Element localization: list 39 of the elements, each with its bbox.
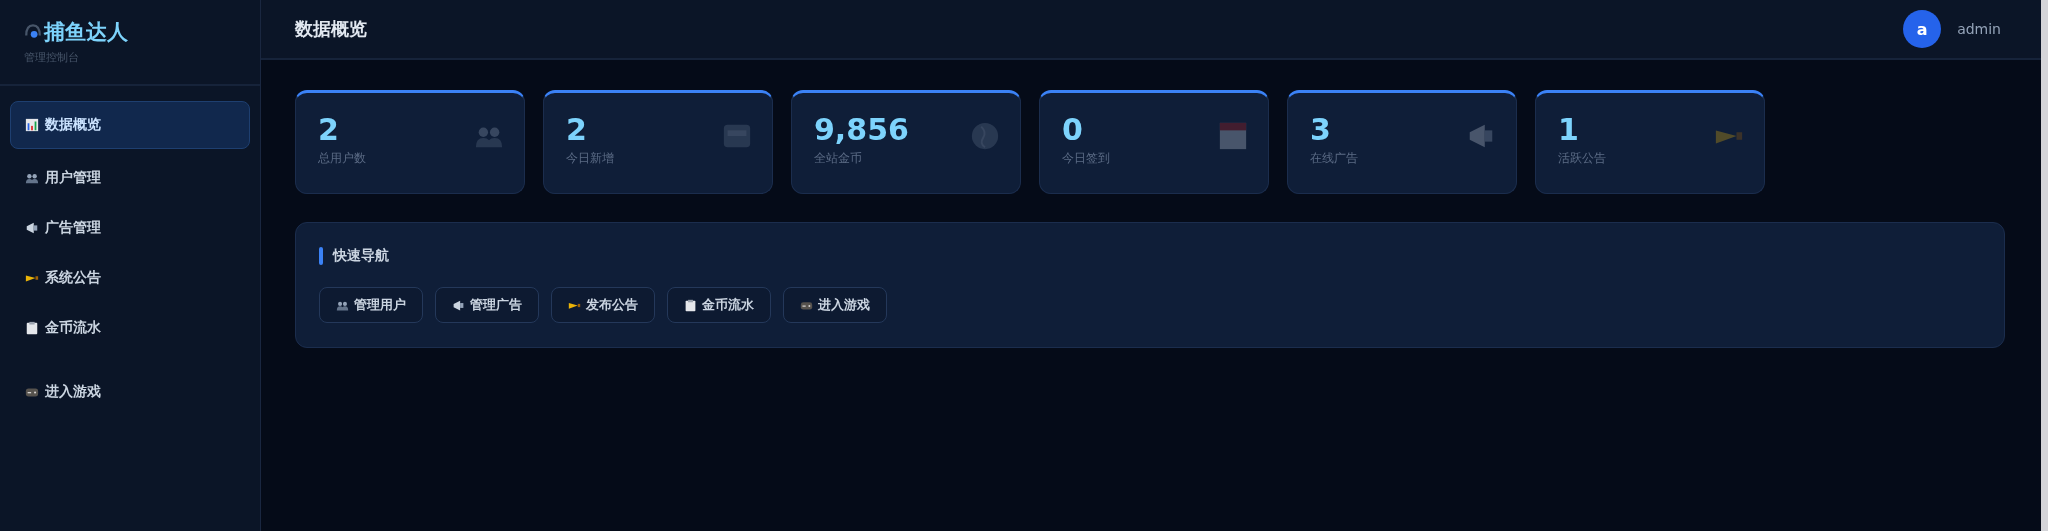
- quick-nav-button[interactable]: 金币流水: [667, 287, 771, 323]
- quick-nav-button[interactable]: 发布公告: [551, 287, 655, 323]
- stat-value: 9,856: [814, 113, 909, 146]
- accent-bar: [319, 247, 323, 265]
- stat-label: 活跃公告: [1558, 150, 1606, 167]
- sidebar-item[interactable]: 数据概览: [10, 101, 250, 149]
- stat-value: 1: [1558, 113, 1580, 146]
- sidebar-item[interactable]: 金币流水: [10, 307, 250, 349]
- bar-chart-icon: [25, 118, 39, 132]
- stat-value: 3: [1310, 113, 1332, 146]
- sidebar-item[interactable]: 系统公告: [10, 257, 250, 299]
- clipboard-icon: [25, 321, 39, 335]
- stat-label: 全站金币: [814, 150, 863, 167]
- headphones-icon: [24, 23, 42, 41]
- globe-icon: [970, 121, 1000, 151]
- quick-nav-button[interactable]: 管理用户: [319, 287, 423, 323]
- megaphone-icon: [25, 221, 39, 235]
- sidebar-item[interactable]: 用户管理: [10, 157, 250, 199]
- user-avatar[interactable]: a: [1903, 10, 1942, 48]
- app-title: 捕鱼达人: [44, 19, 128, 46]
- people-icon: [25, 171, 39, 185]
- quick-nav-button[interactable]: 管理广告: [435, 287, 539, 323]
- sidebar-item[interactable]: 进入游戏: [10, 371, 250, 413]
- megaphone-icon: [452, 298, 465, 312]
- scrollbar[interactable]: [2041, 0, 2048, 531]
- clipboard-icon: [684, 298, 697, 312]
- section-title: 快速导航: [333, 247, 389, 265]
- stat-value: 2: [566, 113, 588, 146]
- sidebar-item[interactable]: 广告管理: [10, 207, 250, 249]
- stat-value: 0: [1062, 113, 1084, 146]
- stat-label: 在线广告: [1310, 150, 1358, 167]
- username: admin: [1957, 21, 2001, 37]
- quick-nav-button[interactable]: 进入游戏: [783, 287, 887, 323]
- stat-label: 总用户数: [318, 150, 366, 167]
- stat-label: 今日新增: [566, 150, 614, 167]
- stat-value: 2: [318, 113, 340, 146]
- page-title: 数据概览: [295, 17, 367, 41]
- calendar-icon: [1218, 121, 1248, 151]
- stat-label: 今日签到: [1062, 150, 1110, 167]
